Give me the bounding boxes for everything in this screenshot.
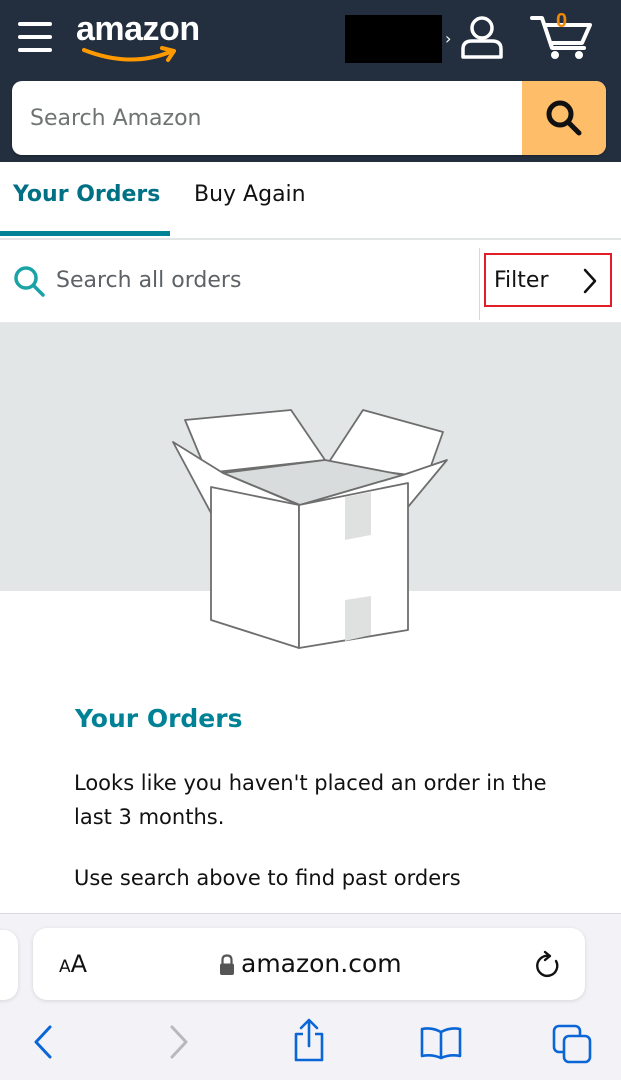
back-arrow-icon[interactable] [32, 1024, 54, 1060]
site-search-bar [12, 81, 606, 155]
empty-box-illustration [172, 409, 448, 649]
account-caret-icon: › [445, 29, 452, 48]
text-size-button[interactable]: AA [59, 950, 87, 978]
search-filter-divider [479, 248, 480, 320]
cart-count-badge: 0 [556, 10, 568, 32]
app-header: amazon › 0 [0, 0, 621, 162]
address-bar[interactable]: AA amazon.com [33, 928, 585, 1000]
filter-button[interactable]: Filter [484, 253, 612, 307]
reload-icon [536, 950, 559, 978]
text-size-small-a: A [59, 957, 71, 977]
bookmarks-icon[interactable] [420, 1026, 462, 1060]
tabs-icon[interactable] [552, 1024, 592, 1064]
forward-arrow-icon[interactable] [168, 1024, 190, 1060]
logo-smile-icon [82, 46, 176, 62]
previous-tab-peek[interactable] [0, 930, 18, 1000]
text-size-big-a: A [70, 950, 88, 978]
chevron-right-icon [583, 268, 597, 294]
lock-icon [220, 954, 234, 975]
tab-your-orders[interactable]: Your Orders [13, 182, 160, 207]
logo-text: amazon [76, 10, 200, 48]
browser-toolbar: AA amazon.com [0, 913, 621, 1080]
hamburger-menu-icon[interactable] [16, 20, 54, 54]
empty-state-hint: Use search above to find past orders [74, 866, 461, 890]
url-text: amazon.com [241, 949, 402, 978]
amazon-logo[interactable]: amazon [76, 8, 216, 64]
account-icon[interactable] [458, 13, 506, 61]
search-icon [546, 100, 582, 136]
empty-state-title: Your Orders [75, 704, 243, 733]
order-search-bar: Filter [0, 240, 621, 323]
order-search-icon [14, 266, 45, 297]
order-search-input[interactable] [56, 256, 476, 304]
search-submit-button[interactable] [522, 81, 606, 155]
share-icon[interactable] [292, 1018, 326, 1062]
site-search-input[interactable] [12, 81, 512, 155]
redacted-account-name [345, 15, 442, 63]
empty-state-message: Looks like you haven't placed an order i… [74, 771, 547, 829]
filter-label: Filter [494, 268, 549, 293]
tab-buy-again[interactable]: Buy Again [194, 182, 306, 207]
orders-tab-bar: Your Orders Buy Again [0, 162, 621, 240]
active-tab-indicator [0, 231, 170, 236]
